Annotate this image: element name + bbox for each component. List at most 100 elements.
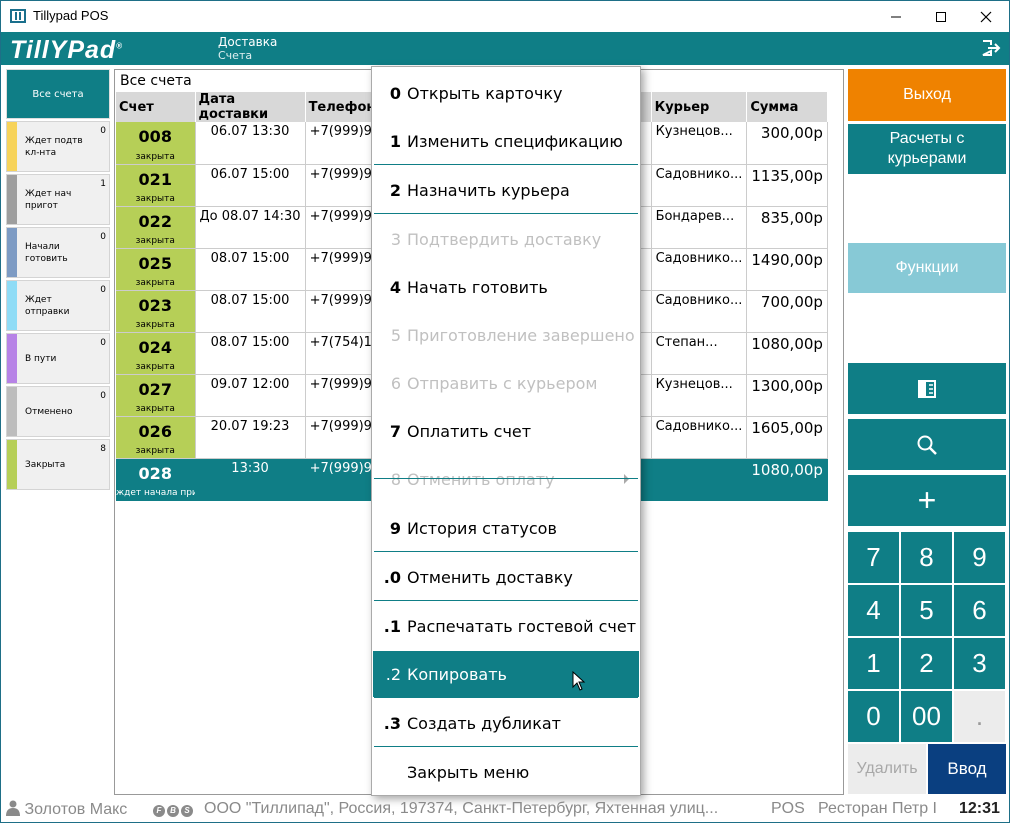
bill-number-cell[interactable]: 027 закрыта bbox=[116, 374, 196, 417]
menu-item[interactable]: 7 Оплатить счет bbox=[373, 408, 639, 454]
minimize-icon bbox=[891, 16, 901, 17]
sum-cell[interactable]: 835,00р bbox=[746, 206, 828, 249]
sum-cell[interactable]: 1490,00р bbox=[746, 248, 828, 291]
menu-item: 6 Отправить с курьером bbox=[373, 360, 639, 406]
delivery-date-cell[interactable]: 09.07 12:00 bbox=[195, 374, 306, 417]
status-filter-list: Все счета Ждет подтв кл-нта 0 Ждет нач п… bbox=[6, 69, 110, 490]
toggle-panel-button[interactable] bbox=[848, 363, 1006, 414]
delivery-date-cell[interactable]: 13:30 bbox=[195, 458, 306, 501]
bill-number-cell[interactable]: 025 закрыта bbox=[116, 248, 196, 291]
menu-item[interactable]: 2 Назначить курьера bbox=[373, 167, 639, 213]
menu-separator bbox=[374, 697, 638, 698]
keypad-key[interactable]: 7 bbox=[848, 532, 899, 583]
delivery-date-cell[interactable]: 08.07 15:00 bbox=[195, 332, 306, 375]
menu-item-label: Подтвердить доставку bbox=[407, 229, 602, 249]
keypad-key[interactable]: 6 bbox=[954, 585, 1005, 636]
menu-item-label: Оплатить счет bbox=[407, 421, 532, 441]
filter-await-confirm[interactable]: Ждет подтв кл-нта 0 bbox=[6, 121, 110, 172]
courier-cell[interactable]: Садовнико... bbox=[651, 248, 748, 291]
courier-cell[interactable]: Садовнико... bbox=[651, 416, 748, 459]
menu-item[interactable]: .1 Распечатать гостевой счет bbox=[373, 603, 639, 649]
column-header[interactable]: Курьер bbox=[651, 92, 748, 122]
search-button[interactable] bbox=[848, 419, 1006, 470]
functions-button[interactable]: Функции bbox=[848, 243, 1006, 293]
menu-separator bbox=[374, 746, 638, 747]
bills-caption: Все счета bbox=[120, 73, 192, 89]
keypad-key[interactable]: 4 bbox=[848, 585, 899, 636]
delivery-date-cell[interactable]: 08.07 15:00 bbox=[195, 248, 306, 291]
bill-number-cell[interactable]: 008 закрыта bbox=[116, 122, 196, 165]
courier-settlements-button[interactable]: Расчеты с курьерами bbox=[848, 124, 1006, 174]
status-count: 0 bbox=[100, 391, 106, 401]
sum-cell[interactable]: 1300,00р bbox=[746, 374, 828, 417]
keypad-key-decimal[interactable]: . bbox=[954, 691, 1005, 742]
filter-on-the-way[interactable]: В пути 0 bbox=[6, 333, 110, 384]
menu-item[interactable]: 4 Начать готовить bbox=[373, 264, 639, 310]
close-button[interactable] bbox=[963, 1, 1009, 32]
exit-button[interactable]: Выход bbox=[848, 69, 1006, 121]
bill-number-cell[interactable]: 023 закрыта bbox=[116, 290, 196, 333]
filter-cancelled[interactable]: Отменено 0 bbox=[6, 386, 110, 437]
keypad-key[interactable]: 3 bbox=[954, 638, 1005, 689]
sum-cell[interactable]: 1080,00р bbox=[746, 332, 828, 375]
status-count: 0 bbox=[100, 338, 106, 348]
sum-cell[interactable]: 1605,00р bbox=[746, 416, 828, 459]
menu-item[interactable]: .3 Создать дубликат bbox=[373, 700, 639, 746]
maximize-icon bbox=[936, 11, 946, 22]
enter-button[interactable]: Ввод bbox=[928, 744, 1006, 794]
bill-number-cell[interactable]: 024 закрыта bbox=[116, 332, 196, 375]
sum-cell[interactable]: 1135,00р bbox=[746, 164, 828, 207]
menu-item[interactable]: 0 Открыть карточку bbox=[373, 70, 639, 116]
keypad-key[interactable]: 00 bbox=[901, 691, 952, 742]
filter-all-bills[interactable]: Все счета bbox=[6, 69, 110, 119]
app-icon bbox=[10, 9, 26, 23]
keypad-key[interactable]: 8 bbox=[901, 532, 952, 583]
delete-button[interactable]: Удалить bbox=[848, 744, 926, 794]
courier-cell[interactable]: Садовнико... bbox=[651, 164, 748, 207]
menu-item-label: Открыть карточку bbox=[407, 83, 563, 103]
delivery-date-cell[interactable]: 08.07 15:00 bbox=[195, 290, 306, 333]
delivery-date-cell[interactable]: До 08.07 14:30 bbox=[195, 206, 306, 249]
keypad-key[interactable]: 9 bbox=[954, 532, 1005, 583]
delivery-date-cell[interactable]: 06.07 15:00 bbox=[195, 164, 306, 207]
menu-item[interactable]: 9 История статусов bbox=[373, 505, 639, 551]
courier-cell[interactable]: Бондарев... bbox=[651, 206, 748, 249]
badge-s-icon: S bbox=[181, 805, 193, 817]
keypad-key[interactable]: 1 bbox=[848, 638, 899, 689]
column-header[interactable]: Сумма bbox=[746, 92, 828, 122]
filter-await-cooking[interactable]: Ждет нач пригот 1 bbox=[6, 174, 110, 225]
courier-cell[interactable]: Кузнецов... bbox=[651, 374, 748, 417]
logout-icon[interactable] bbox=[981, 38, 1001, 58]
maximize-button[interactable] bbox=[918, 1, 964, 32]
keypad-key[interactable]: 2 bbox=[901, 638, 952, 689]
menu-item[interactable]: Закрыть меню bbox=[373, 749, 639, 795]
add-button[interactable]: + bbox=[848, 475, 1006, 526]
menu-item-key: 5 bbox=[390, 325, 401, 345]
bill-number-cell[interactable]: 028ждет начала приготовления bbox=[116, 458, 196, 501]
menu-item-key: 7 bbox=[389, 421, 401, 441]
delivery-date-cell[interactable]: 06.07 13:30 bbox=[195, 122, 306, 165]
minimize-button[interactable] bbox=[873, 1, 919, 32]
bill-number-cell[interactable]: 026 закрыта bbox=[116, 416, 196, 459]
sum-cell[interactable]: 1080,00р bbox=[746, 458, 828, 501]
column-header[interactable]: Дата доставки bbox=[195, 92, 306, 122]
window-title: Tillypad POS bbox=[33, 8, 109, 23]
delivery-date-cell[interactable]: 20.07 19:23 bbox=[195, 416, 306, 459]
keypad-key[interactable]: 0 bbox=[848, 691, 899, 742]
filter-closed[interactable]: Закрыта 8 bbox=[6, 439, 110, 490]
bill-number-cell[interactable]: 021 закрыта bbox=[116, 164, 196, 207]
sum-cell[interactable]: 300,00р bbox=[746, 122, 828, 165]
keypad-key[interactable]: 5 bbox=[901, 585, 952, 636]
courier-cell[interactable]: Степан... bbox=[651, 332, 748, 375]
sum-cell[interactable]: 700,00р bbox=[746, 290, 828, 333]
menu-item[interactable]: .2 Копировать bbox=[373, 651, 639, 697]
filter-cooking[interactable]: Начали готовить 0 bbox=[6, 227, 110, 278]
courier-cell[interactable] bbox=[651, 458, 748, 501]
filter-await-dispatch[interactable]: Ждет отправки 0 bbox=[6, 280, 110, 331]
courier-cell[interactable]: Садовнико... bbox=[651, 290, 748, 333]
bill-number-cell[interactable]: 022 закрыта bbox=[116, 206, 196, 249]
column-header[interactable]: Счет bbox=[116, 92, 196, 122]
menu-item[interactable]: .0 Отменить доставку bbox=[373, 554, 639, 600]
courier-cell[interactable]: Кузнецов... bbox=[651, 122, 748, 165]
menu-item[interactable]: 1 Изменить спецификацию bbox=[373, 118, 639, 164]
